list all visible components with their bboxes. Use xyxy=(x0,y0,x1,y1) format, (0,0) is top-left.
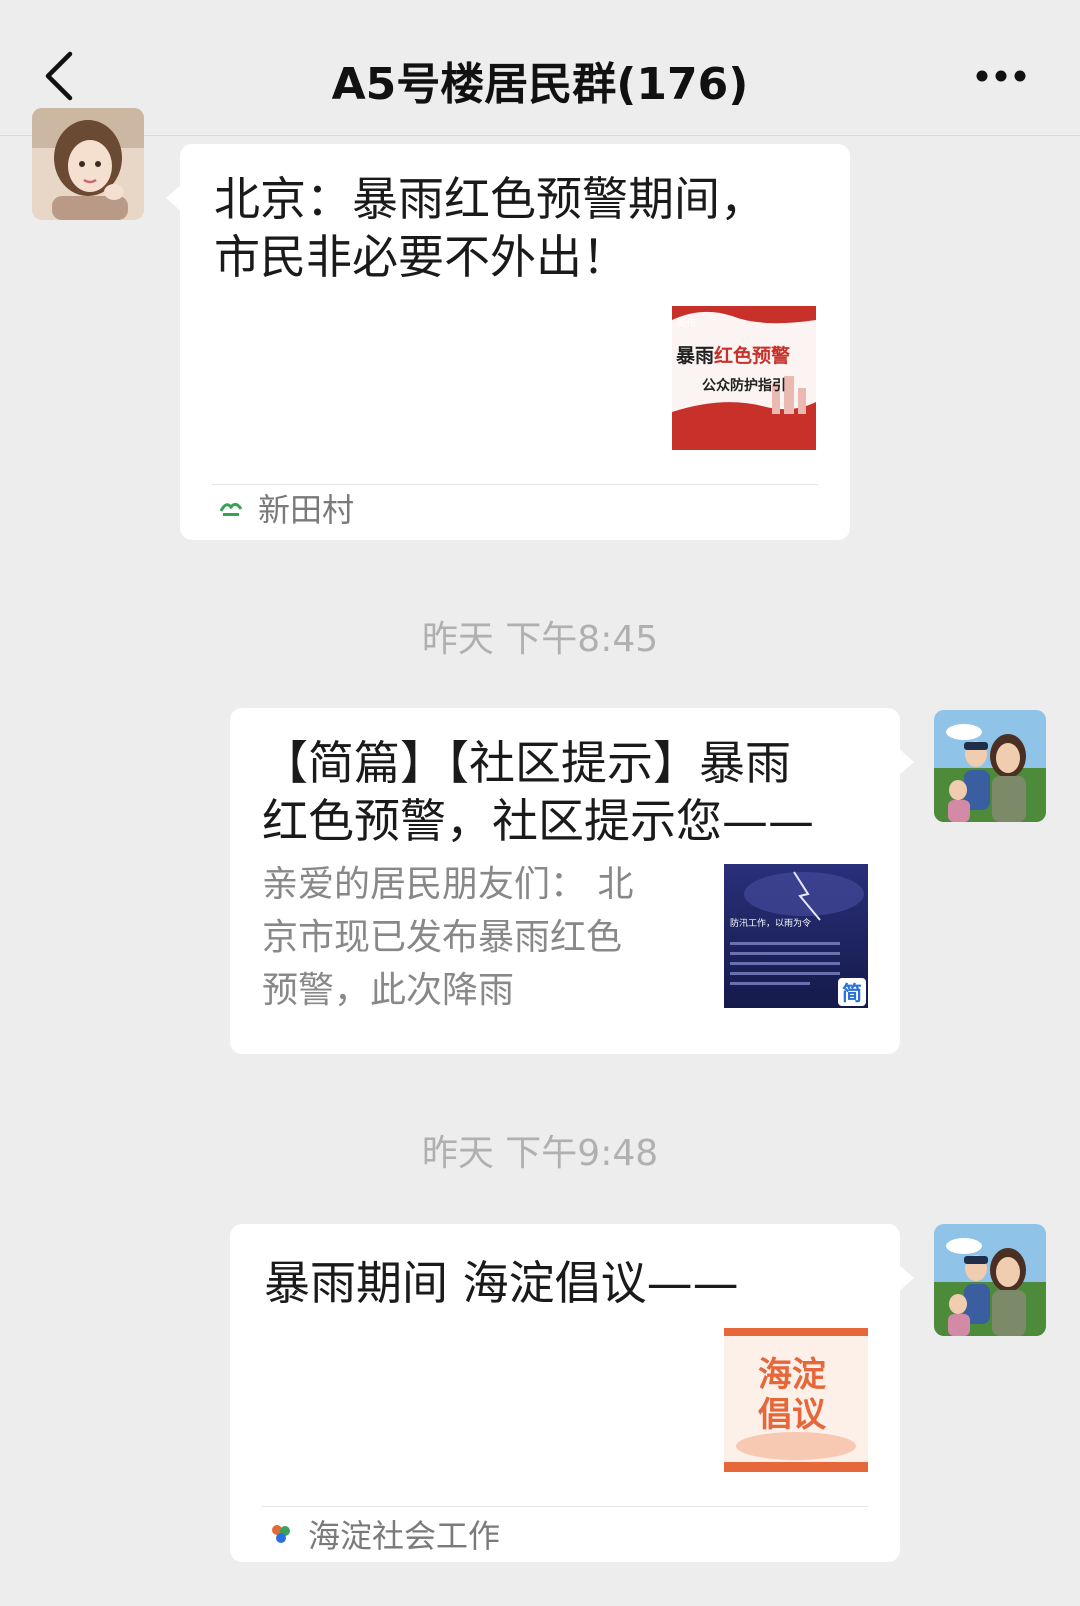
article-title-line: 市民非必要不外出！ xyxy=(214,230,628,284)
family-avatar-icon xyxy=(934,710,1046,822)
article-title-line: 暴雨期间 海淀倡议—— xyxy=(264,1256,739,1310)
timestamp: 昨天 下午9:48 xyxy=(421,1133,659,1174)
source-logo-icon xyxy=(272,1525,290,1543)
article-source[interactable]: 海淀社会工作 xyxy=(268,1514,501,1555)
thumb-tag: 发布 xyxy=(676,316,696,329)
thumb-line2: 倡议 xyxy=(758,1395,827,1435)
chat-title: A5号楼居民群(176) xyxy=(331,59,749,110)
bubble-tail xyxy=(898,748,914,776)
family-avatar-icon xyxy=(934,1224,1046,1336)
article-title-line: 【简篇】【社区提示】暴雨 xyxy=(262,736,791,790)
article-thumbnail: 发布 暴雨红色预警 公众防护指引 xyxy=(672,306,816,450)
article-thumbnail: 海淀 倡议 xyxy=(724,1328,868,1472)
thumb-line1: 海淀 xyxy=(758,1355,826,1395)
article-title-line: 红色预警，社区提示您—— xyxy=(262,794,814,848)
source-name: 新田村 xyxy=(258,491,355,529)
timestamp: 昨天 下午8:45 xyxy=(421,619,659,660)
article-card[interactable]: 【简篇】【社区提示】暴雨 红色预警，社区提示您—— 亲爱的居民朋友们： 北 京市… xyxy=(230,708,914,1054)
article-title-line: 北京：暴雨红色预警期间， xyxy=(214,172,766,226)
article-summary-line: 预警，此次降雨 xyxy=(262,970,515,1011)
article-source[interactable]: 新田村 xyxy=(218,488,355,529)
more-options-icon[interactable] xyxy=(974,66,1028,86)
girl-avatar-icon xyxy=(32,108,144,220)
card-divider xyxy=(262,1506,868,1507)
chat-header: A5号楼居民群(176) xyxy=(0,0,1080,136)
svg-text:公众防护指引: 公众防护指引 xyxy=(702,377,786,394)
article-title: 暴雨期间 海淀倡议—— xyxy=(264,1254,824,1312)
sender-avatar[interactable] xyxy=(32,108,144,220)
source-name: 海淀社会工作 xyxy=(308,1517,501,1555)
article-summary: 亲爱的居民朋友们： 北 京市现已发布暴雨红色 预警，此次降雨 xyxy=(262,858,682,1017)
thumb-headline: 防汛工作，以雨为令 xyxy=(730,917,811,929)
bubble-tail xyxy=(898,1264,914,1292)
article-title: 【简篇】【社区提示】暴雨 红色预警，社区提示您—— xyxy=(262,734,882,850)
article-card[interactable]: 北京：暴雨红色预警期间， 市民非必要不外出！ 发布 暴雨红色预警 公众防护指引 … xyxy=(166,144,850,540)
article-thumbnail: 防汛工作，以雨为令 简 xyxy=(724,864,868,1008)
source-logo-icon xyxy=(219,502,243,516)
my-avatar[interactable] xyxy=(934,710,1046,822)
thumb-badge: 简 xyxy=(842,981,862,1005)
bubble-tail xyxy=(166,184,182,212)
article-summary-line: 亲爱的居民朋友们： 北 xyxy=(262,864,634,905)
article-card[interactable]: 暴雨期间 海淀倡议—— 海淀 倡议 海淀社会工作 xyxy=(230,1224,914,1562)
article-title: 北京：暴雨红色预警期间， 市民非必要不外出！ xyxy=(214,170,774,286)
my-avatar[interactable] xyxy=(934,1224,1046,1336)
svg-text:暴雨红色预警: 暴雨红色预警 xyxy=(676,344,790,367)
article-summary-line: 京市现已发布暴雨红色 xyxy=(262,917,623,958)
